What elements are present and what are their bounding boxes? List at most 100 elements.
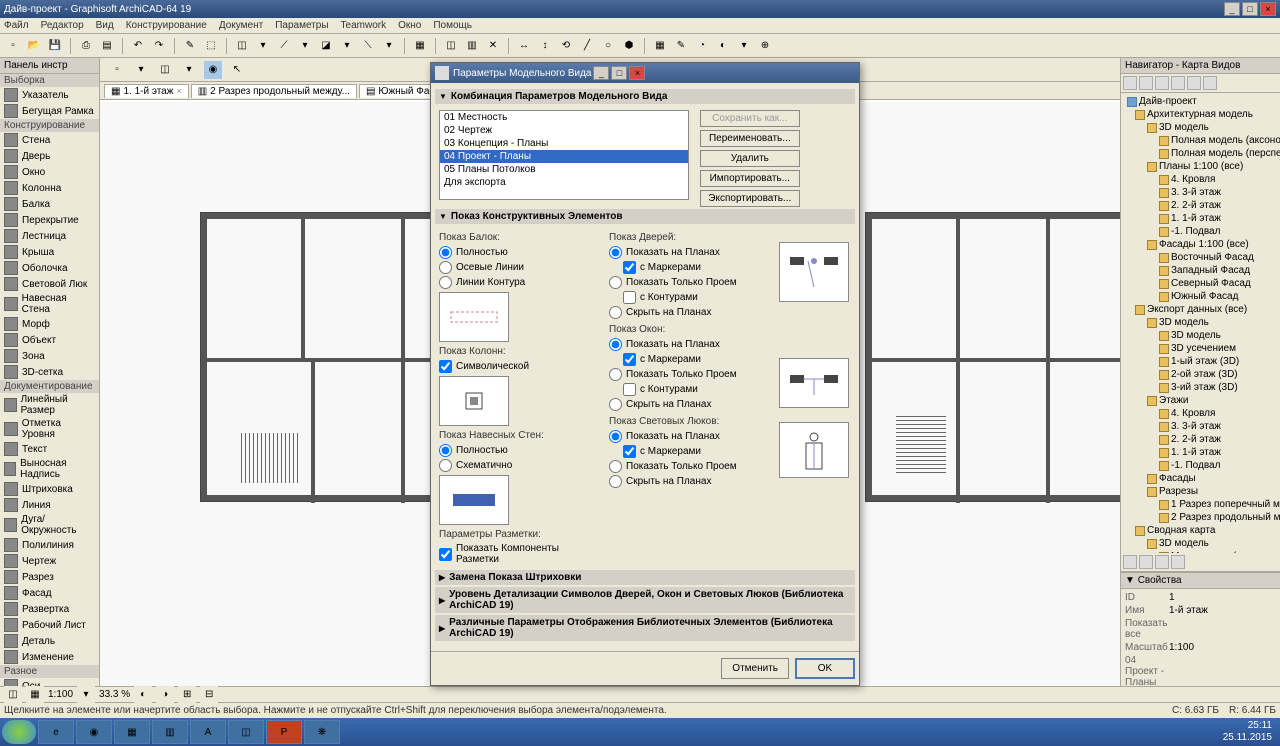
tree-node[interactable]: 1. 1-й этаж: [1123, 212, 1278, 225]
rename-button[interactable]: Переименовать...: [700, 130, 800, 147]
task-app3[interactable]: ❋: [304, 720, 340, 744]
tab-section[interactable]: ▥2 Разрез продольный между...: [191, 84, 357, 98]
curtain-opt-full[interactable]: Полностью: [439, 443, 601, 458]
section-library[interactable]: Различные Параметры Отображения Библиоте…: [435, 615, 855, 641]
tool-item[interactable]: Развертка: [0, 601, 99, 617]
mode1-icon[interactable]: ◫: [233, 37, 251, 55]
section-combination[interactable]: Комбинация Параметров Модельного Вида: [435, 89, 855, 104]
list-item[interactable]: 03 Концепция - Планы: [440, 137, 688, 150]
win-opt-marker[interactable]: с Маркерами: [609, 352, 771, 367]
list-item[interactable]: 01 Местность: [440, 111, 688, 124]
tool-item[interactable]: Стена: [0, 132, 99, 148]
start-button[interactable]: [2, 720, 36, 744]
tree-node[interactable]: 3. 3-й этаж: [1123, 186, 1278, 199]
tree-node[interactable]: Фасады: [1123, 472, 1278, 485]
tree-node[interactable]: -1. Подвал: [1123, 225, 1278, 238]
scale-label[interactable]: 1:100: [48, 689, 73, 700]
plot-icon[interactable]: ▤: [98, 37, 116, 55]
nav-ico6[interactable]: [1203, 76, 1217, 90]
zoom-label[interactable]: 33.3 %: [99, 689, 130, 700]
tool-item[interactable]: Навесная Стена: [0, 292, 99, 316]
tree-node[interactable]: 3D модель: [1123, 316, 1278, 329]
t-e-icon[interactable]: ↕: [536, 37, 554, 55]
menu-файл[interactable]: Файл: [4, 20, 29, 31]
section-hatching[interactable]: Замена Показа Штриховки: [435, 570, 855, 585]
sky-opt-opening[interactable]: Показать Только Проем: [609, 459, 771, 474]
tool-item[interactable]: Изменение: [0, 649, 99, 665]
menu-вид[interactable]: Вид: [96, 20, 114, 31]
sub2-icon[interactable]: ▾: [132, 61, 150, 79]
qo3-icon[interactable]: ▾: [77, 686, 95, 704]
task-app1[interactable]: ▥: [152, 720, 188, 744]
tree-node[interactable]: Разрезы: [1123, 485, 1278, 498]
nb1-icon[interactable]: [1123, 555, 1137, 569]
tree-node[interactable]: Архитектурная модель: [1123, 108, 1278, 121]
tool-item[interactable]: Колонна: [0, 180, 99, 196]
win-opt-opening[interactable]: Показать Только Проем: [609, 367, 771, 382]
marking-opt[interactable]: Показать Компоненты Разметки: [439, 542, 601, 566]
task-ie[interactable]: e: [38, 720, 74, 744]
tool-item[interactable]: Дверь: [0, 148, 99, 164]
t-n-icon[interactable]: ▾: [735, 37, 753, 55]
section-elements[interactable]: Показ Конструктивных Элементов: [435, 209, 855, 224]
tree-node[interactable]: Северный Фасад: [1123, 277, 1278, 290]
tree-node[interactable]: Планы 1:100 (все): [1123, 160, 1278, 173]
t-g-icon[interactable]: ╱: [578, 37, 596, 55]
qo2-icon[interactable]: ▦: [26, 686, 44, 704]
tree-node[interactable]: 2-ой этаж (3D): [1123, 368, 1278, 381]
beam-opt-axis[interactable]: Осевые Линии: [439, 260, 601, 275]
menu-параметры[interactable]: Параметры: [275, 20, 328, 31]
sky-opt-hide[interactable]: Скрыть на Планах: [609, 474, 771, 489]
tool-item[interactable]: Рабочий Лист: [0, 617, 99, 633]
win-opt-contour[interactable]: с Контурами: [609, 382, 771, 397]
tool1-icon[interactable]: ✎: [181, 37, 199, 55]
tool-item[interactable]: Перекрытие: [0, 212, 99, 228]
sky-opt-marker[interactable]: с Маркерами: [609, 444, 771, 459]
tool-item[interactable]: Лестница: [0, 228, 99, 244]
undo-icon[interactable]: ↶: [129, 37, 147, 55]
tree-node[interactable]: Южный Фасад: [1123, 290, 1278, 303]
cancel-button[interactable]: Отменить: [721, 658, 789, 679]
tree-node[interactable]: 3D модель: [1123, 121, 1278, 134]
nav-ico2[interactable]: [1139, 76, 1153, 90]
open-icon[interactable]: 📂: [25, 37, 43, 55]
tree-node[interactable]: 3. 3-й этаж: [1123, 420, 1278, 433]
list-item[interactable]: 05 Планы Потолков: [440, 163, 688, 176]
sub6-icon[interactable]: ↖: [228, 61, 246, 79]
tool-item[interactable]: Дуга/Окружность: [0, 513, 99, 537]
tool-item[interactable]: Линейный Размер: [0, 393, 99, 417]
qo4-icon[interactable]: ◐: [134, 686, 152, 704]
tree-node[interactable]: 4. Кровля: [1123, 173, 1278, 186]
mode7-icon[interactable]: ⟍: [359, 37, 377, 55]
maximize-button[interactable]: □: [1242, 2, 1258, 16]
tool-item[interactable]: Объект: [0, 332, 99, 348]
menu-помощь[interactable]: Помощь: [433, 20, 472, 31]
mode8-icon[interactable]: ▾: [380, 37, 398, 55]
win-opt-show[interactable]: Показать на Планах: [609, 337, 771, 352]
dialog-min-button[interactable]: _: [593, 66, 609, 80]
close-button[interactable]: ×: [1260, 2, 1276, 16]
tool-item[interactable]: Разрез: [0, 569, 99, 585]
list-item[interactable]: 02 Чертеж: [440, 124, 688, 137]
ok-button[interactable]: OK: [795, 658, 855, 679]
sub4-icon[interactable]: ▾: [180, 61, 198, 79]
t-b-icon[interactable]: ▥: [463, 37, 481, 55]
t-h-icon[interactable]: ○: [599, 37, 617, 55]
nb3-icon[interactable]: [1155, 555, 1169, 569]
tool-item[interactable]: Морф: [0, 316, 99, 332]
door-opt-hide[interactable]: Скрыть на Планах: [609, 305, 771, 320]
menu-редактор[interactable]: Редактор: [41, 20, 84, 31]
tool-item[interactable]: Линия: [0, 497, 99, 513]
sky-opt-show[interactable]: Показать на Планах: [609, 429, 771, 444]
mode2-icon[interactable]: ▾: [254, 37, 272, 55]
menu-конструирование[interactable]: Конструирование: [126, 20, 207, 31]
t-d-icon[interactable]: ↔: [515, 37, 533, 55]
task-app2[interactable]: ◫: [228, 720, 264, 744]
task-ppt[interactable]: P: [266, 720, 302, 744]
tree-node[interactable]: 4. Кровля: [1123, 407, 1278, 420]
tree-node[interactable]: -1. Подвал: [1123, 459, 1278, 472]
t-f-icon[interactable]: ⟲: [557, 37, 575, 55]
tree-node[interactable]: 3D модель: [1123, 329, 1278, 342]
nav-ico4[interactable]: [1171, 76, 1185, 90]
new-icon[interactable]: ▫: [4, 37, 22, 55]
